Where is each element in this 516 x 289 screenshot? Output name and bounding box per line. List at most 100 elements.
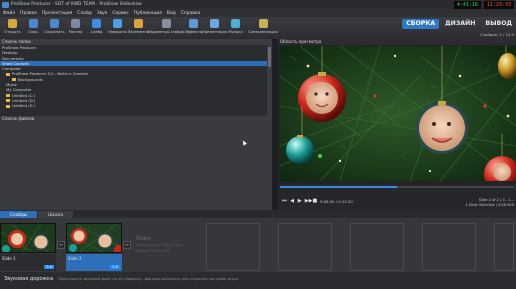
slide-2-thumbnail <box>66 223 122 253</box>
preview-image[interactable] <box>280 46 516 181</box>
folder-tree-label: Backgrounds <box>18 76 43 82</box>
folder-tree-label: Untitled (D:) <box>12 97 36 103</box>
slide-item-2[interactable]: Slide 2 3.0 <box>66 223 122 271</box>
preview-panel: Область просмотра ⏮ ◀ ▶ ▶▶ ■ 0:06.00 / 0… <box>278 39 516 210</box>
previous-icon[interactable]: ⏮ <box>282 199 287 204</box>
playback-bar: ⏮ ◀ ▶ ▶▶ ■ 0:06.00 / 0:12.00 Slide 2 of … <box>278 184 516 210</box>
sync-icon <box>258 19 268 28</box>
slide-info-line-2: 1 Slide Selected | 0:06.000 <box>465 203 515 207</box>
toolbar-label: Музыка <box>228 30 243 34</box>
folder-tree-item[interactable]: Untitled (E:) <box>0 103 272 108</box>
wizard-icon <box>71 19 80 28</box>
play-icon[interactable]: ▶ <box>297 199 302 204</box>
menu-edit[interactable]: Правка <box>20 11 37 16</box>
slide-1-number: Slide 1 <box>2 256 16 261</box>
folder-tree-label: ProShow Producer <box>2 45 37 50</box>
toolbar-button-transitions[interactable]: Переменны <box>128 17 149 38</box>
folder-tree-label: Untitled (E:) <box>12 103 35 109</box>
menu-file[interactable]: Файл <box>3 11 15 16</box>
clock-time-1: 4:41:16 <box>453 0 481 9</box>
toolbar-label: Сохр. <box>28 30 39 34</box>
folder-tree-label: Documents <box>2 55 24 61</box>
folder-icon <box>6 99 10 103</box>
music-icon <box>231 19 240 28</box>
mode-design-button[interactable]: ДИЗАЙН <box>441 19 479 29</box>
empty-slot[interactable] <box>350 223 404 271</box>
empty-slot[interactable] <box>206 223 260 271</box>
toolbar-label: Сохранить <box>44 30 65 34</box>
toolbar-button-effects[interactable]: Навороты <box>107 17 128 38</box>
files-area[interactable] <box>0 122 272 210</box>
fx-icon <box>189 19 198 28</box>
toolbar-button-slide[interactable]: Слайд <box>86 17 107 38</box>
folder-icon <box>6 72 10 76</box>
slide-1-meta: Slide 1 3.0 <box>0 254 56 271</box>
folder-icon <box>8 19 17 28</box>
fast-forward-icon[interactable]: ▶▶ <box>305 199 313 204</box>
menu-view[interactable]: Вид <box>167 11 176 16</box>
toolbar-button-save[interactable]: Сохр. <box>23 17 44 38</box>
audio-track-hint: Перетащите звуковой файл на эту дорожку.… <box>58 277 239 281</box>
slide-2-duration[interactable]: 3.0 <box>110 265 120 269</box>
rewind-icon[interactable]: ◀ <box>290 199 295 204</box>
empty-slot[interactable] <box>422 223 476 271</box>
preview-timeline[interactable] <box>280 186 514 188</box>
slide-item-1[interactable]: Slide 1 3.0 <box>0 223 56 271</box>
toolbar-label: Синхронизация <box>248 30 278 34</box>
slide-2-meta: Slide 2 3.0 <box>66 254 122 271</box>
menu-show[interactable]: Презентация <box>42 11 72 16</box>
folder-tree-label: Show Courses <box>2 60 29 66</box>
menu-help[interactable]: Справка <box>181 11 200 16</box>
folder-tree[interactable]: ProShow Producer Desktop Documents Show Cou… <box>0 45 272 116</box>
preview-slide-info: Slide 2 of 2 | 3 - 1... 1 Slide Selected… <box>466 198 515 208</box>
files-panel: Список файлов <box>0 116 272 210</box>
folder-tree-label: ProShow Producer 5.0 - Build in Content <box>12 71 88 77</box>
transition-1-icon[interactable]: ↔ <box>57 241 65 249</box>
preview-timecode: 0:06.00 / 0:12.00 <box>320 199 353 204</box>
app-icon <box>2 1 9 8</box>
folder-tree-label: Computer <box>2 66 21 72</box>
slide-tabs: Слайды Шкала <box>0 210 516 218</box>
folder-tree-label: My Computer <box>6 87 32 93</box>
stop-icon[interactable]: ■ <box>312 199 318 204</box>
toolbar-button-wizard[interactable]: Мастер <box>65 17 86 38</box>
toolbar-button-folder[interactable]: Открыть <box>2 17 23 38</box>
menu-audio[interactable]: Звук <box>97 11 108 16</box>
tab-slides[interactable]: Слайды <box>0 211 38 218</box>
empty-slide-hint: Slides Drop photos / videos here. Double… <box>136 236 184 254</box>
mode-publish-button[interactable]: ВЫВОД <box>481 19 516 29</box>
effects-icon <box>113 19 122 28</box>
folder-icon <box>6 104 10 108</box>
tab-timeline[interactable]: Шкала <box>38 211 73 218</box>
save-icon <box>29 19 38 28</box>
transition-2-icon[interactable]: ↔ <box>123 241 131 249</box>
folder-tree-label: Desktop <box>2 50 18 56</box>
folder-tree-label: Untitled (C:) <box>12 92 36 98</box>
menu-slide[interactable]: Слайд <box>77 11 91 16</box>
slide-1-duration[interactable]: 3.0 <box>44 265 54 269</box>
folder-scrollbar-thumb[interactable] <box>268 47 271 67</box>
toolbar-label: Навороты <box>108 30 127 34</box>
slide-2-number: Slide 2 <box>68 256 82 261</box>
toolbar-button-sync[interactable]: Синхронизация <box>246 17 280 38</box>
slide-1-thumbnail <box>0 223 56 253</box>
slide-list: Slide 1 3.0 ↔ Slide 2 3.0 ↔ Slides Drop … <box>0 218 516 272</box>
toolbar-button-save-as[interactable]: Сохранить <box>44 17 65 38</box>
show-icon <box>210 19 219 28</box>
toolbar-button-show[interactable]: Презентация <box>202 17 227 38</box>
mode-build-button[interactable]: СБОРКА <box>402 19 440 29</box>
preview-timeline-fill <box>280 186 397 188</box>
empty-slot[interactable] <box>494 223 514 271</box>
audio-track[interactable]: Звуковая дорожка Перетащите звуковой фай… <box>0 272 516 289</box>
empty-slot[interactable] <box>278 223 332 271</box>
toolbar-button-fx[interactable]: Эффекты <box>183 17 204 38</box>
folder-icon <box>6 94 10 98</box>
playback-controls: ⏮ ◀ ▶ ▶▶ ■ <box>282 199 317 204</box>
toolbar-button-slide-options[interactable]: Параметры слайда <box>148 17 184 38</box>
menu-tools[interactable]: Сервис <box>112 11 128 16</box>
show-info: Слайдов: 2 / 10:0 <box>479 32 514 37</box>
clock-time-2: 11:29:33 <box>483 0 514 9</box>
menu-publish[interactable]: Публикация <box>134 11 162 16</box>
toolbar-button-music[interactable]: Музыка <box>225 17 246 38</box>
folder-tree-label: Music <box>6 82 17 88</box>
